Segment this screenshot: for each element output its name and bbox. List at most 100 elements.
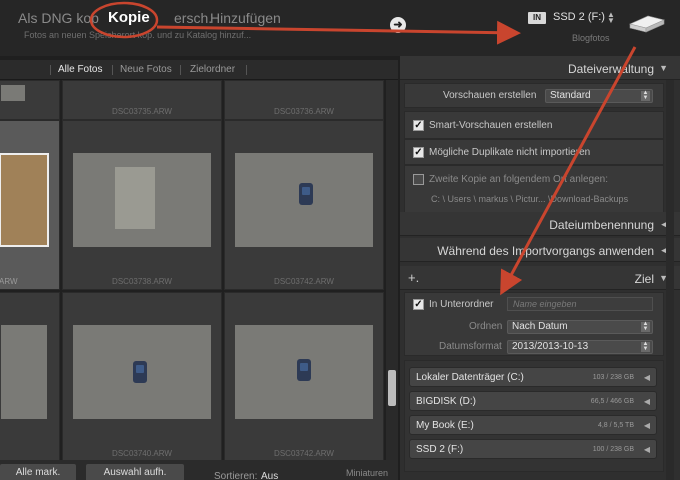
filter-divider (180, 65, 181, 75)
volume-name: SSD 2 (F:) (416, 444, 464, 455)
photo-filename: DSC03742.ARW (274, 277, 334, 286)
photo-cell[interactable] (0, 80, 60, 120)
filter-bar: Alle Fotos Neue Fotos Zielordner (0, 60, 398, 80)
volume-name: BIGDISK (D:) (416, 396, 477, 407)
date-format-value: 2013/2013-10-13 (512, 341, 589, 352)
smart-previews-checkbox[interactable]: ✓ (413, 120, 424, 131)
section-title: Während des Importvorgangs anwenden (437, 244, 654, 258)
photo-cell[interactable]: DSC03742.ARW (224, 292, 384, 460)
sort-select[interactable]: Aus (261, 471, 278, 480)
filter-new-photos[interactable]: Neue Fotos (120, 64, 172, 75)
section-file-handling-header[interactable]: Dateiverwaltung ▼ (400, 56, 680, 80)
photo-cell[interactable]: DSC03742.ARW (224, 120, 384, 290)
plus-icon[interactable]: +. (408, 270, 419, 285)
volume-item-e[interactable]: My Book (E:) 4,8 / 5,5 TB ◀ (409, 415, 657, 435)
preview-label: Vorschauen erstellen (443, 90, 537, 101)
preview-select[interactable]: Standard ▲ ▼ (545, 89, 653, 103)
drive-icon (629, 15, 665, 33)
photo-cell[interactable]: DSC03740.ARW (62, 292, 222, 460)
section-title: Dateiumbenennung (549, 218, 654, 232)
grid-toolbar: Alle mark. Auswahl aufh. Sortieren: Aus … (0, 460, 398, 480)
no-duplicates-row: ✓ Mögliche Duplikate nicht importieren (404, 139, 664, 165)
section-rename-header[interactable]: Dateiumbenennung ◀ (400, 212, 680, 236)
organize-select[interactable]: Nach Datum ▲ ▼ (507, 320, 653, 334)
mode-move[interactable]: ersch. (174, 10, 212, 26)
section-apply-header[interactable]: Während des Importvorgangs anwenden ◀ (400, 238, 680, 262)
mode-add[interactable]: Hinzufügen (210, 10, 281, 26)
triangle-left-icon: ◀ (643, 445, 650, 454)
photo-thumbnail (235, 325, 373, 419)
no-duplicates-label: Mögliche Duplikate nicht importieren (429, 147, 591, 158)
filter-divider (50, 65, 51, 75)
device-object (299, 183, 313, 205)
in-badge: IN (528, 12, 546, 24)
second-copy-path[interactable]: C: \ Users \ markus \ Pictur... \Downloa… (431, 194, 628, 204)
spinner-icon: ▲ ▼ (641, 341, 650, 352)
photo-thumbnail (0, 153, 49, 247)
photo-cell-selected[interactable]: ARW (0, 120, 60, 290)
mode-copy[interactable]: Kopie (108, 9, 150, 26)
volume-size: 66,5 / 466 GB (590, 398, 634, 405)
volume-item-d[interactable]: BIGDISK (D:) 66,5 / 466 GB ◀ (409, 391, 657, 411)
import-settings-panel: Dateiverwaltung ▼ Vorschauen erstellen S… (400, 56, 680, 480)
preview-select-value: Standard (550, 90, 591, 101)
panel-scrollbar[interactable] (666, 80, 674, 480)
product-box (115, 167, 155, 229)
section-title: Ziel (634, 272, 654, 286)
subfolder-label: In Unterordner (429, 299, 494, 310)
mark-all-button[interactable]: Alle mark. (0, 464, 76, 480)
photo-filename: DSC03735.ARW (112, 107, 172, 116)
photo-grid: DSC03735.ARW DSC03736.ARW ARW DSC03738.A… (0, 80, 386, 460)
photo-cell[interactable]: DSC03736.ARW (224, 80, 384, 120)
photo-thumbnail (235, 153, 373, 247)
photo-filename: DSC03742.ARW (274, 449, 334, 458)
photo-thumbnail (73, 153, 211, 247)
subfolder-settings: ✓ In Unterordner Name eingeben Ordnen Na… (404, 292, 664, 356)
date-format-label: Datumsformat (439, 341, 502, 352)
grid-scroll-thumb[interactable] (388, 370, 396, 406)
organize-select-value: Nach Datum (512, 321, 568, 332)
grid-scrollbar[interactable] (386, 80, 398, 460)
triangle-down-icon: ▼ (659, 63, 668, 73)
volume-size: 103 / 238 GB (592, 374, 634, 381)
import-top-bar: Als DNG kop Kopie ersch. Hinzufügen Foto… (0, 0, 680, 56)
photo-thumbnail (73, 325, 211, 419)
photo-cell[interactable]: DSC03738.ARW (62, 120, 222, 290)
volume-size: 100 / 238 GB (592, 446, 634, 453)
organize-label: Ordnen (469, 321, 503, 332)
photo-thumbnail (1, 325, 47, 419)
filter-divider (112, 65, 113, 75)
thumbnail-size-label: Miniaturen (346, 468, 389, 478)
subfolder-checkbox[interactable]: ✓ (413, 299, 424, 310)
photo-cell[interactable]: DSC03735.ARW (62, 80, 222, 120)
section-title: Dateiverwaltung (567, 62, 654, 76)
preview-row: Vorschauen erstellen Standard ▲ ▼ (404, 83, 664, 108)
filter-destination-folders[interactable]: Zielordner (190, 64, 235, 75)
volume-list: Lokaler Datenträger (C:) 103 / 238 GB ◀ … (404, 360, 664, 472)
no-duplicates-checkbox[interactable]: ✓ (413, 147, 424, 158)
date-format-select[interactable]: 2013/2013-10-13 ▲ ▼ (507, 340, 653, 354)
second-copy-checkbox[interactable]: ✓ (413, 174, 424, 185)
sort-label: Sortieren: (214, 471, 258, 480)
destination-name[interactable]: SSD 2 (F:) (553, 11, 605, 23)
photo-filename: DSC03736.ARW (274, 107, 334, 116)
destination-spinner-icon[interactable]: ▲ ▼ (607, 11, 615, 25)
mode-description: Fotos an neuen Speicherort kop. und zu K… (24, 30, 252, 40)
unmark-all-button[interactable]: Auswahl aufh. (86, 464, 184, 480)
photo-thumbnail (1, 85, 25, 101)
smart-previews-row: ✓ Smart-Vorschauen erstellen (404, 111, 664, 139)
destination-subfolder: Blogfotos (572, 33, 610, 43)
photo-filename: DSC03740.ARW (112, 449, 172, 458)
filter-all-photos[interactable]: Alle Fotos (58, 64, 102, 75)
device-object (133, 361, 147, 383)
second-copy-label: Zweite Kopie an folgendem Ort anlegen: (429, 174, 608, 185)
mode-dng-copy[interactable]: Als DNG kop (18, 10, 99, 26)
volume-size: 4,8 / 5,5 TB (597, 422, 634, 429)
volume-item-f[interactable]: SSD 2 (F:) 100 / 238 GB ◀ (409, 439, 657, 459)
volume-item-c[interactable]: Lokaler Datenträger (C:) 103 / 238 GB ◀ (409, 367, 657, 387)
subfolder-name-input[interactable]: Name eingeben (507, 297, 653, 311)
section-destination-header[interactable]: +. Ziel ▼ (400, 266, 680, 290)
triangle-left-icon: ◀ (643, 397, 650, 406)
photo-filename: DSC03738.ARW (112, 277, 172, 286)
photo-cell[interactable] (0, 292, 60, 460)
